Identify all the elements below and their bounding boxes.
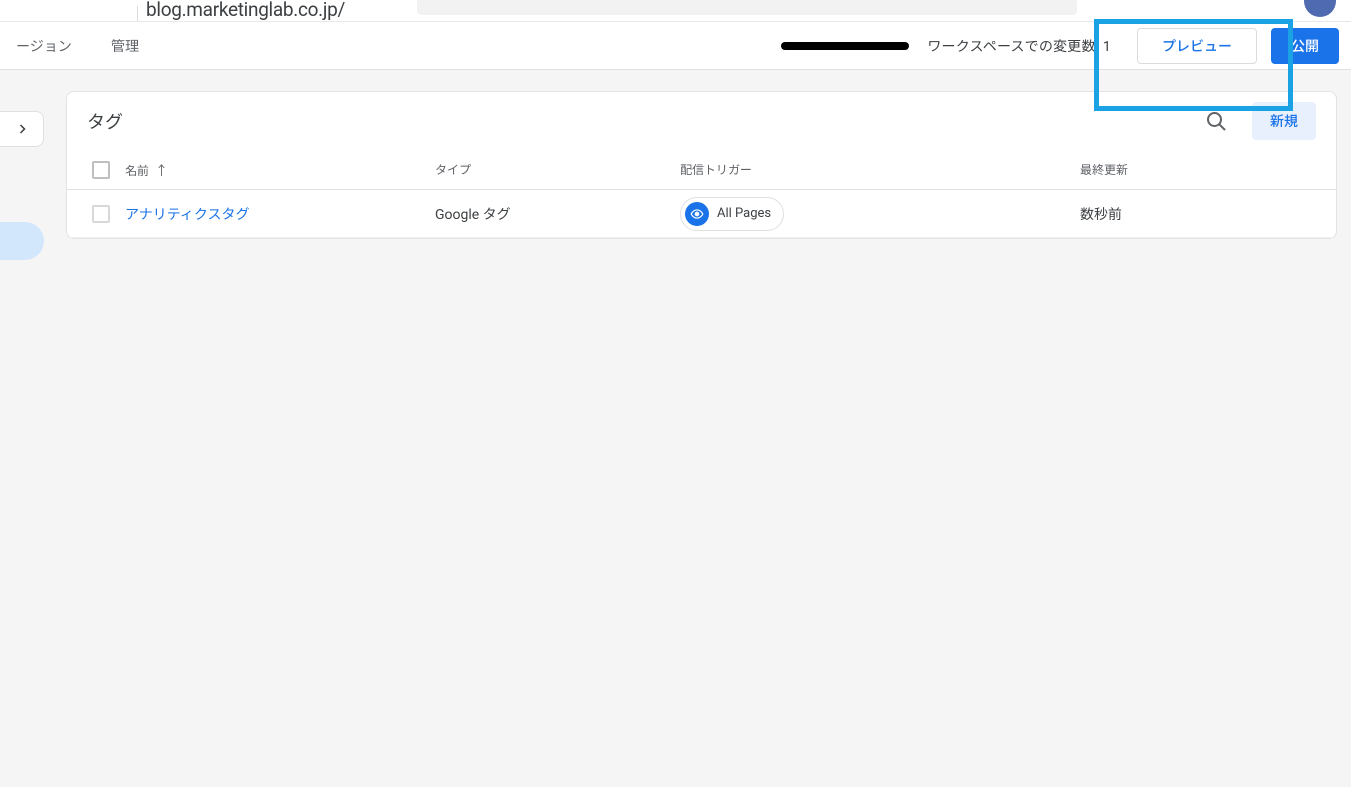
publish-button[interactable]: 公開 bbox=[1271, 28, 1339, 64]
tag-name-link[interactable]: アナリティクスタグ bbox=[125, 207, 249, 223]
workspace-changes-label: ワークスペースでの変更数: bbox=[927, 39, 1099, 55]
tag-updated: 数秒前 bbox=[1080, 204, 1326, 224]
card-header: タグ 新規 bbox=[67, 92, 1336, 150]
workspace-changes-count: 1 bbox=[1103, 39, 1111, 55]
sidebar-expand[interactable] bbox=[0, 111, 44, 147]
search-icon[interactable] bbox=[1204, 109, 1228, 133]
tags-card: タグ 新規 名前↑ タイプ 配信トリガー 最終更新 アナリティクスタグ Goog… bbox=[66, 91, 1337, 239]
sidebar-active-indicator bbox=[0, 222, 44, 260]
col-name[interactable]: 名前↑ bbox=[125, 160, 435, 179]
table-row: アナリティクスタグ Google タグ All Pages 数秒前 bbox=[67, 190, 1336, 238]
col-type[interactable]: タイプ bbox=[435, 161, 680, 178]
new-button[interactable]: 新規 bbox=[1252, 102, 1316, 140]
select-all-checkbox[interactable] bbox=[92, 161, 110, 179]
trigger-label: All Pages bbox=[717, 206, 771, 221]
eye-icon bbox=[685, 202, 709, 226]
chevron-right-icon bbox=[16, 123, 28, 135]
top-bar: blog.marketinglab.co.jp/ bbox=[0, 0, 1351, 22]
nav-admin[interactable]: 管理 bbox=[95, 36, 155, 56]
col-updated[interactable]: 最終更新 bbox=[1080, 161, 1326, 178]
col-trigger[interactable]: 配信トリガー bbox=[680, 161, 1080, 178]
sub-nav: ージョン 管理 ワークスペースでの変更数: 1 プレビュー 公開 bbox=[0, 22, 1351, 70]
trigger-chip[interactable]: All Pages bbox=[680, 197, 784, 231]
preview-button[interactable]: プレビュー bbox=[1137, 28, 1257, 64]
tag-type: Google タグ bbox=[435, 204, 680, 224]
divider bbox=[137, 6, 138, 21]
table-header: 名前↑ タイプ 配信トリガー 最終更新 bbox=[67, 150, 1336, 190]
sort-up-icon: ↑ bbox=[155, 164, 168, 179]
workspace-changes: ワークスペースでの変更数: 1 bbox=[927, 36, 1111, 56]
search-bar[interactable] bbox=[417, 0, 1077, 15]
card-title: タグ bbox=[87, 108, 1204, 134]
container-url: blog.marketinglab.co.jp/ bbox=[146, 0, 345, 21]
avatar[interactable] bbox=[1304, 0, 1336, 17]
nav-version[interactable]: ージョン bbox=[0, 36, 88, 56]
redacted-account bbox=[781, 42, 909, 50]
row-checkbox[interactable] bbox=[92, 205, 110, 223]
